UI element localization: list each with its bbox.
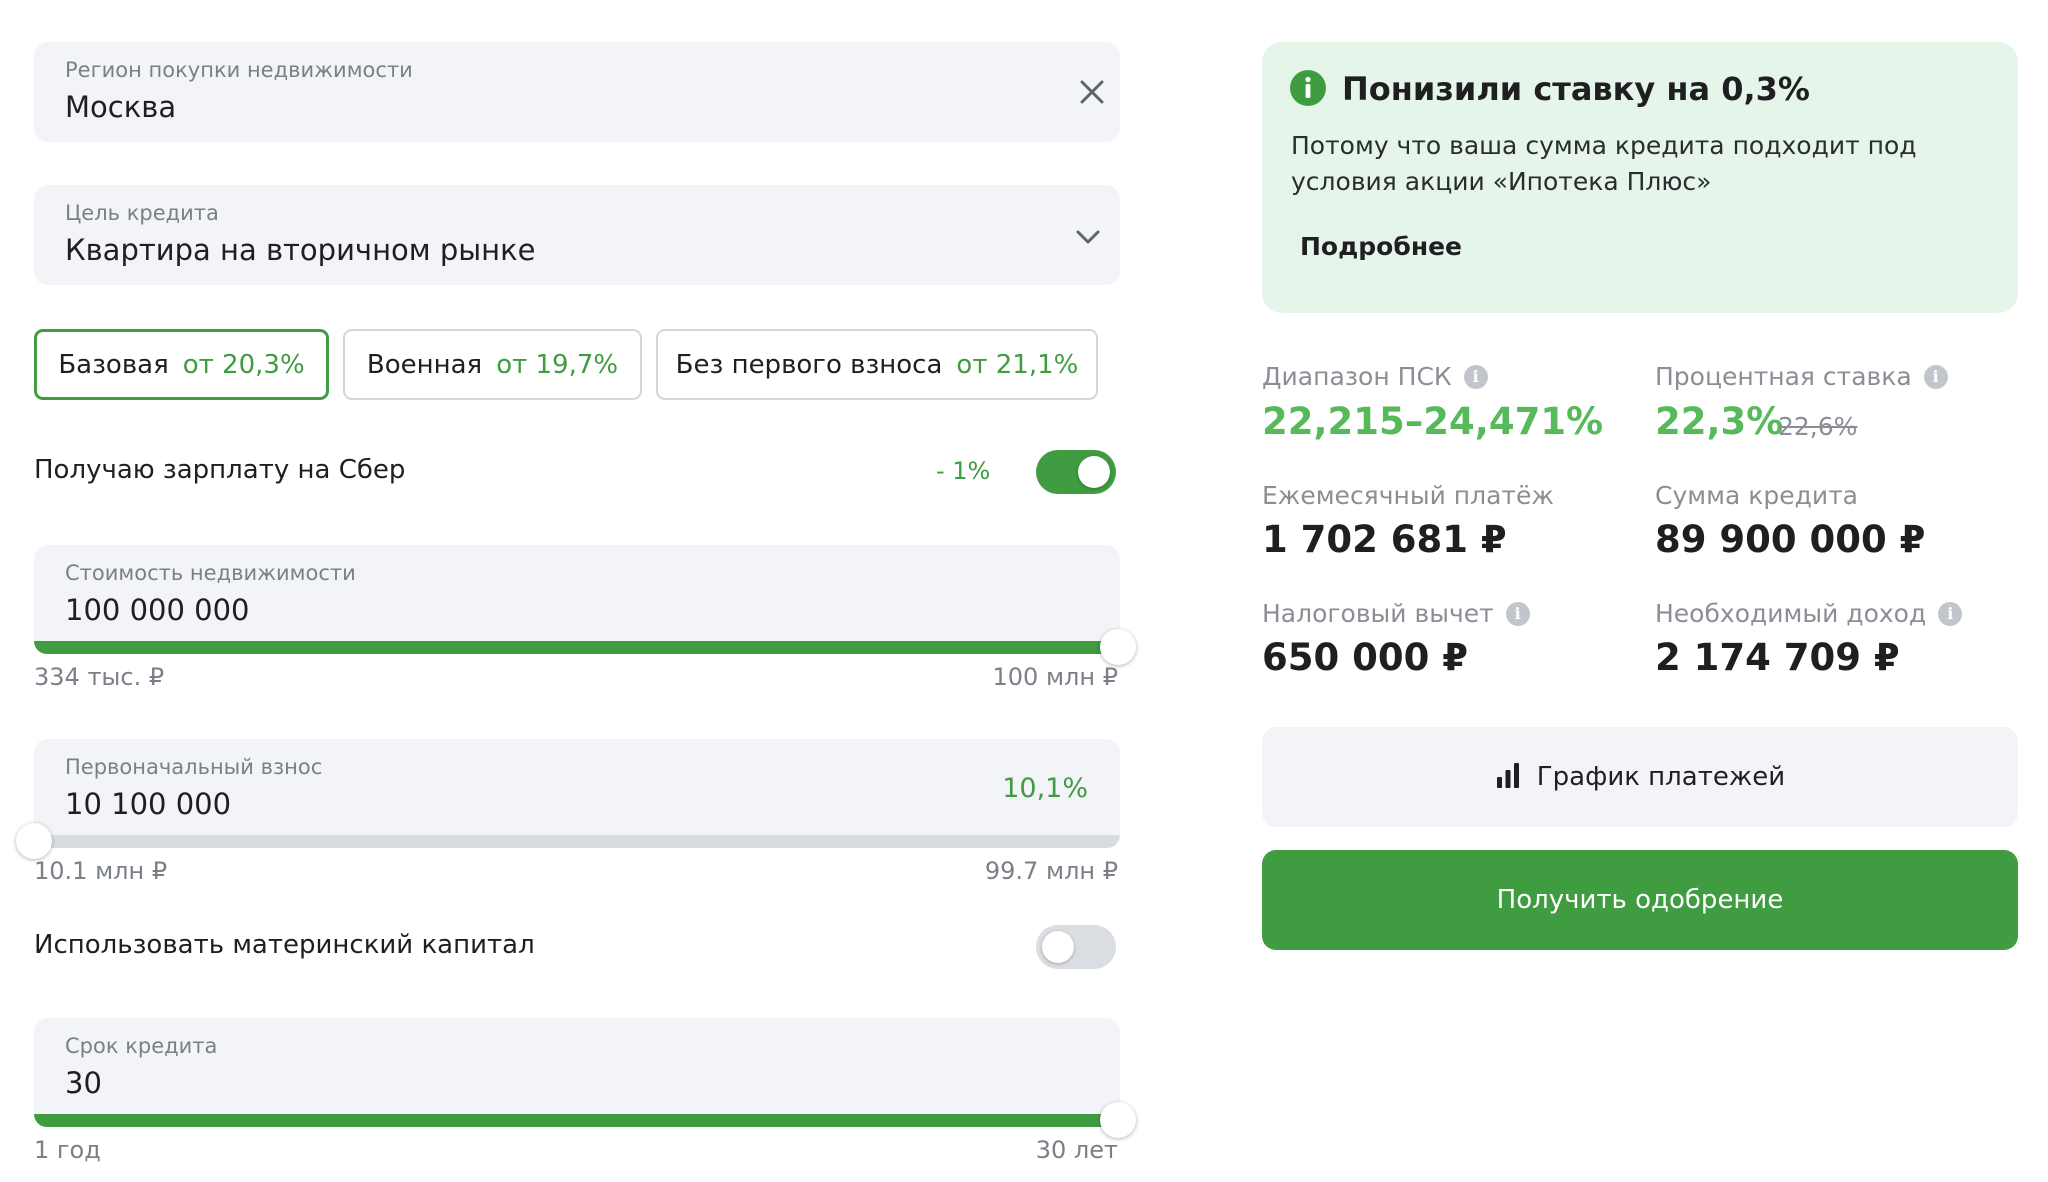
- rate-old-value: 22,6%: [1778, 412, 1858, 441]
- program-chip-base[interactable]: Базовая от 20,3%: [34, 329, 329, 400]
- info-icon[interactable]: i: [1463, 364, 1488, 389]
- property-cost-max: 100 млн ₽: [992, 663, 1118, 691]
- maternity-toggle[interactable]: [1036, 925, 1116, 969]
- maternity-label: Использовать материнский капитал: [34, 930, 535, 960]
- rate-value: 22,3%: [1655, 400, 1784, 443]
- info-icon[interactable]: i: [1923, 364, 1948, 389]
- down-payment-max: 99.7 млн ₽: [984, 857, 1118, 885]
- property-cost-field[interactable]: Стоимость недвижимости 100 000 000: [34, 545, 1120, 641]
- salary-toggle[interactable]: [1036, 450, 1116, 494]
- term-slider-track[interactable]: [34, 1114, 1120, 1127]
- salary-label: Получаю зарплату на Сбер: [34, 455, 406, 485]
- promo-more-link[interactable]: Подробнее: [1300, 232, 1462, 261]
- down-payment-value: 10 100 000: [65, 787, 232, 821]
- property-cost-label: Стоимость недвижимости: [65, 561, 356, 585]
- down-payment-field[interactable]: Первоначальный взнос 10 100 000 10,1%: [34, 739, 1120, 835]
- loan-label: Сумма кредита: [1655, 481, 1859, 510]
- property-cost-slider-thumb[interactable]: [1100, 629, 1136, 665]
- salary-discount: - 1%: [936, 457, 991, 485]
- region-label: Регион покупки недвижимости: [65, 58, 413, 82]
- psk-label: Диапазон ПСК: [1262, 362, 1452, 391]
- term-slider-thumb[interactable]: [1100, 1102, 1136, 1138]
- program-name: Без первого взноса: [675, 349, 943, 380]
- down-payment-percent: 10,1%: [1002, 773, 1088, 804]
- monthly-value: 1 702 681 ₽: [1262, 518, 1507, 561]
- loan-value: 89 900 000 ₽: [1655, 518, 1926, 561]
- property-cost-slider-fill: [34, 641, 1120, 654]
- clear-icon[interactable]: [1074, 74, 1110, 110]
- promo-title: Понизили ставку на 0,3%: [1342, 70, 1810, 108]
- psk-label-row: Диапазон ПСК i: [1262, 362, 1488, 391]
- program-chip-no-down-payment[interactable]: Без первого взноса от 21,1%: [656, 329, 1098, 400]
- program-rate: от 19,7%: [496, 349, 619, 380]
- info-icon[interactable]: i: [1938, 601, 1963, 626]
- purpose-select[interactable]: Цель кредита Квартира на вторичном рынке: [34, 185, 1120, 285]
- purpose-value: Квартира на вторичном рынке: [65, 233, 536, 267]
- psk-value: 22,215–24,471%: [1262, 400, 1604, 443]
- term-max: 30 лет: [1035, 1136, 1118, 1164]
- term-min: 1 год: [34, 1136, 101, 1164]
- property-cost-slider-track[interactable]: [34, 641, 1120, 654]
- property-cost-min: 334 тыс. ₽: [34, 663, 165, 691]
- term-label: Срок кредита: [65, 1034, 218, 1058]
- down-payment-slider-track[interactable]: [34, 835, 1120, 848]
- monthly-label-row: Ежемесячный платёж: [1262, 481, 1554, 510]
- term-value: 30: [65, 1066, 102, 1100]
- term-field[interactable]: Срок кредита 30: [34, 1018, 1120, 1114]
- tax-value: 650 000 ₽: [1262, 636, 1468, 679]
- toggle-knob: [1042, 931, 1074, 963]
- down-payment-label: Первоначальный взнос: [65, 755, 323, 779]
- rate-label: Процентная ставка: [1655, 362, 1912, 391]
- program-chip-military[interactable]: Военная от 19,7%: [343, 329, 642, 400]
- toggle-knob: [1078, 456, 1110, 488]
- loan-label-row: Сумма кредита: [1655, 481, 1858, 510]
- tax-label: Налоговый вычет: [1262, 599, 1494, 628]
- purpose-label: Цель кредита: [65, 201, 219, 225]
- payment-schedule-label: График платежей: [1536, 762, 1786, 792]
- info-icon: [1290, 70, 1326, 106]
- promo-card: Понизили ставку на 0,3% Потому что ваша …: [1262, 42, 2018, 313]
- program-rate: от 21,1%: [956, 349, 1079, 380]
- region-field[interactable]: Регион покупки недвижимости Москва: [34, 42, 1120, 142]
- income-value: 2 174 709 ₽: [1655, 636, 1900, 679]
- income-label-row: Необходимый доход i: [1655, 599, 1963, 628]
- program-rate: от 20,3%: [182, 349, 305, 380]
- chevron-down-icon[interactable]: [1070, 219, 1106, 255]
- payment-schedule-button[interactable]: График платежей: [1262, 727, 2018, 827]
- get-approval-button[interactable]: Получить одобрение: [1262, 850, 2018, 950]
- monthly-label: Ежемесячный платёж: [1262, 481, 1554, 510]
- term-slider-fill: [34, 1114, 1120, 1127]
- property-cost-value: 100 000 000: [65, 593, 250, 627]
- down-payment-slider-thumb[interactable]: [16, 823, 52, 859]
- income-label: Необходимый доход: [1655, 599, 1927, 628]
- program-name: Военная: [366, 349, 483, 380]
- bar-chart-icon: [1495, 762, 1521, 792]
- down-payment-min: 10.1 млн ₽: [34, 857, 168, 885]
- tax-label-row: Налоговый вычет i: [1262, 599, 1530, 628]
- info-icon[interactable]: i: [1505, 601, 1530, 626]
- get-approval-label: Получить одобрение: [1496, 885, 1784, 915]
- program-name: Базовая: [58, 349, 169, 380]
- rate-label-row: Процентная ставка i: [1655, 362, 1948, 391]
- region-value: Москва: [65, 90, 177, 124]
- promo-text: Потому что ваша сумма кредита подходит п…: [1291, 131, 1917, 196]
